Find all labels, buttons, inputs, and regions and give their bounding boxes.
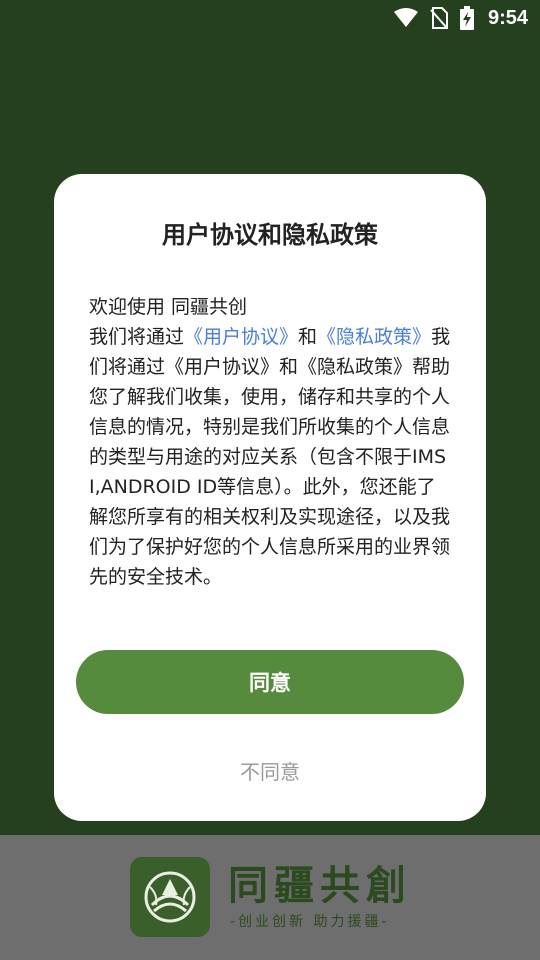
status-bar: 9:54 — [0, 0, 540, 36]
welcome-text: 欢迎使用 同疆共创 — [89, 296, 248, 318]
agree-button[interactable]: 同意 — [76, 650, 464, 714]
no-sim-icon — [430, 7, 448, 29]
disagree-button[interactable]: 不同意 — [170, 750, 370, 790]
app-logo-icon — [130, 857, 210, 937]
brand-name: 同疆共創 — [228, 862, 412, 909]
dialog-body: 欢迎使用 同疆共创 我们将通过《用户协议》和《隐私政策》我们将通过《用户协议》和… — [89, 292, 451, 592]
user-agreement-link[interactable]: 《用户协议》 — [184, 326, 298, 348]
status-time: 9:54 — [487, 6, 528, 29]
battery-charging-icon — [459, 6, 474, 30]
dialog-title: 用户协议和隐私政策 — [162, 221, 378, 249]
privacy-policy-link[interactable]: 《隐私政策》 — [317, 326, 431, 348]
wifi-icon — [393, 8, 418, 28]
policy-description: 我们将通过《用户协议》和《隐私政策》帮助您了解我们收集，使用，储存和共享的个人信… — [89, 326, 451, 588]
intro-text: 我们将通过 — [89, 326, 185, 348]
privacy-dialog: 用户协议和隐私政策 欢迎使用 同疆共创 我们将通过《用户协议》和《隐私政策》我们… — [54, 174, 486, 821]
and-text: 和 — [298, 326, 318, 348]
brand-slogan: -创业创新 助力援疆- — [230, 914, 390, 930]
